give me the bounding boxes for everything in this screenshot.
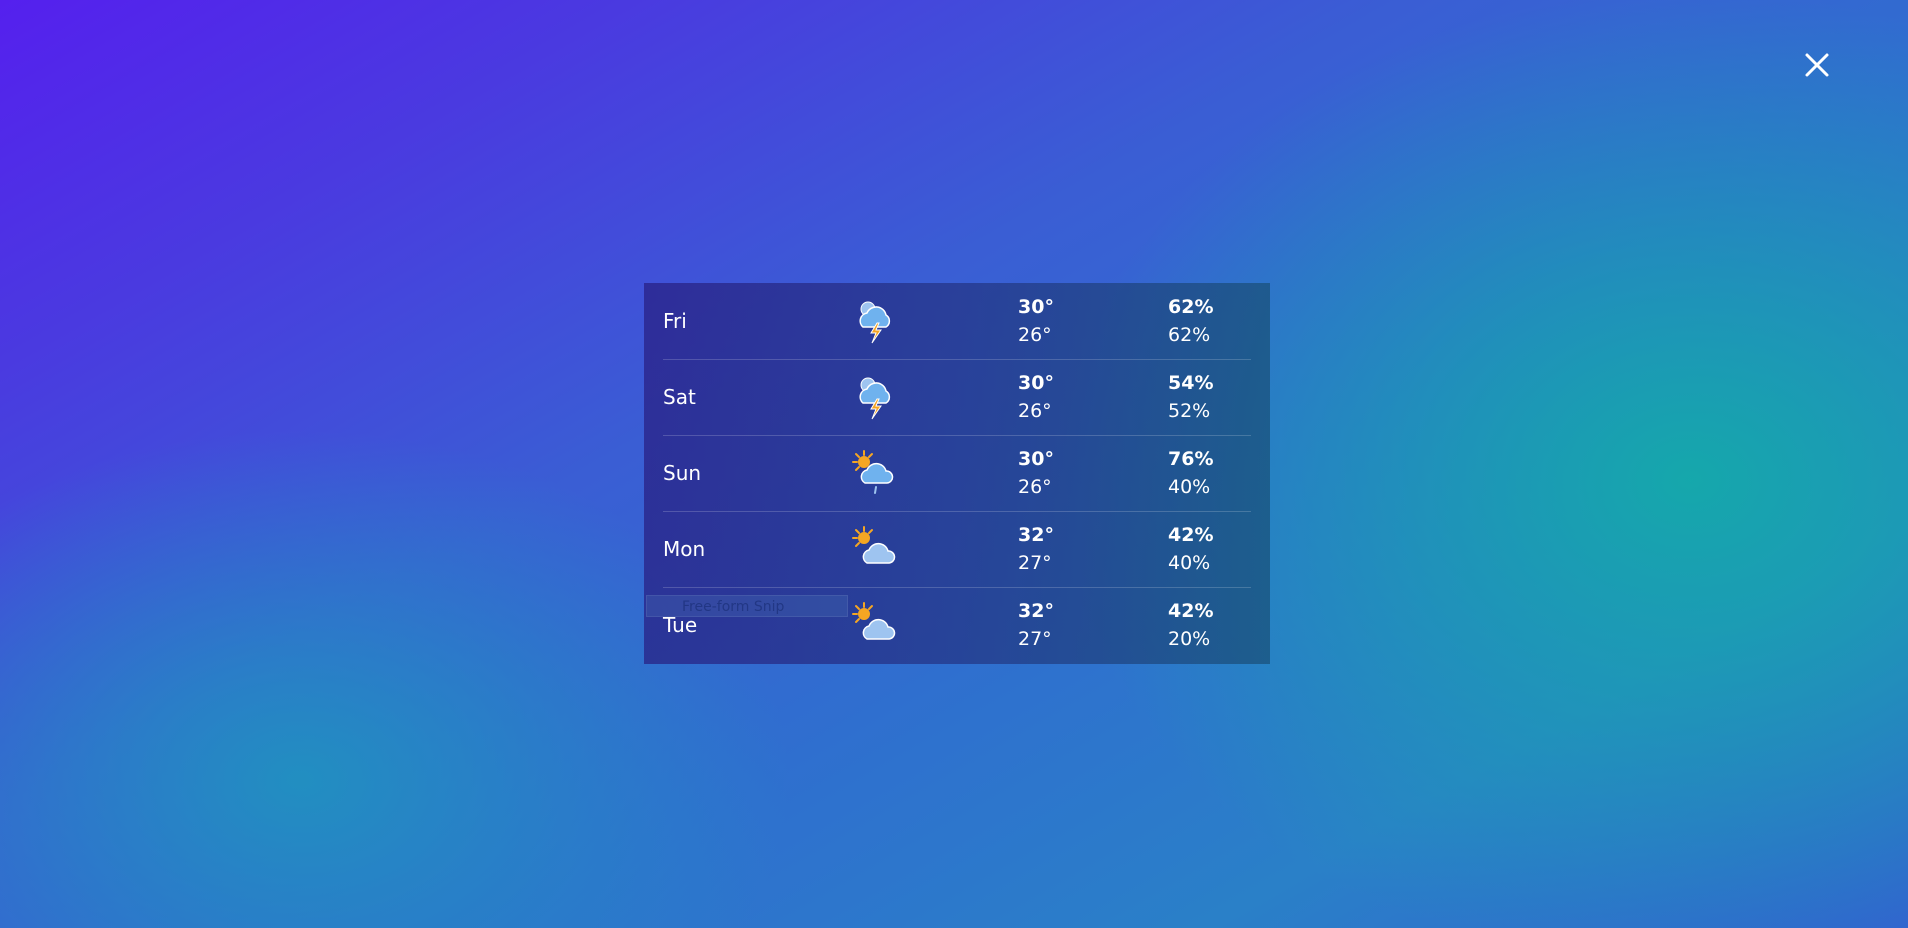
- snip-tooltip: Free-form Snip: [646, 595, 848, 617]
- temp-high: 30°: [1018, 372, 1054, 394]
- forecast-row-sun: Sun 30° 26° 76% 40%: [663, 435, 1251, 512]
- temp-high: 30°: [1018, 296, 1054, 318]
- temp-high: 32°: [1018, 524, 1054, 546]
- humidity-low: 40%: [1168, 476, 1211, 498]
- humidity-high: 42%: [1168, 600, 1214, 622]
- forecast-row-fri: Fri 30° 26° 62% 62%: [663, 283, 1251, 360]
- temp-low: 27°: [1018, 552, 1052, 574]
- partly-cloudy-icon: [852, 602, 896, 640]
- day-label: Sun: [663, 461, 702, 485]
- sun-cloud-rain-icon: [852, 450, 894, 494]
- humidity-low: 40%: [1168, 552, 1211, 574]
- humidity-low: 52%: [1168, 400, 1211, 422]
- close-button[interactable]: [1800, 48, 1834, 82]
- temp-high: 30°: [1018, 448, 1054, 470]
- humidity-high: 76%: [1168, 448, 1214, 470]
- day-label: Mon: [663, 537, 706, 561]
- temp-low: 27°: [1018, 628, 1052, 650]
- day-label: Sat: [663, 385, 696, 409]
- humidity-low: 20%: [1168, 628, 1211, 650]
- humidity-high: 42%: [1168, 524, 1214, 546]
- temp-low: 26°: [1018, 324, 1052, 346]
- thunderstorm-icon: [859, 301, 891, 344]
- day-label: Fri: [663, 309, 687, 333]
- humidity-high: 62%: [1168, 296, 1214, 318]
- forecast-row-mon: Mon 32° 27° 42% 40%: [663, 511, 1251, 588]
- close-icon: [1805, 53, 1829, 77]
- humidity-low: 62%: [1168, 324, 1211, 346]
- temp-high: 32°: [1018, 600, 1054, 622]
- humidity-high: 54%: [1168, 372, 1214, 394]
- forecast-row-sat: Sat 30° 26° 54% 52%: [663, 359, 1251, 436]
- temp-low: 26°: [1018, 476, 1052, 498]
- temp-low: 26°: [1018, 400, 1052, 422]
- thunderstorm-icon: [859, 377, 891, 420]
- partly-cloudy-icon: [852, 526, 896, 564]
